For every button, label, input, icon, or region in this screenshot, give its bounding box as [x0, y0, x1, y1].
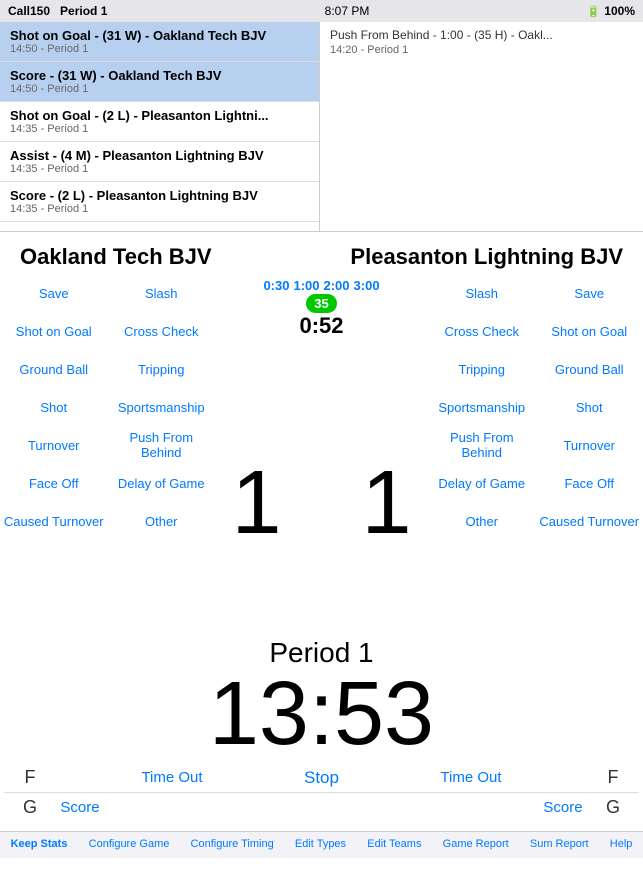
stop-btn[interactable]: Stop [304, 768, 339, 788]
bottom-row-1: F Time Out Stop Time Out F [0, 763, 643, 792]
actions-section: Save Slash Shot on Goal Cross Check Grou… [0, 274, 643, 629]
home-action-btn[interactable]: Save [0, 274, 108, 312]
home-action-row: Turnover Push From Behind [0, 426, 215, 464]
home-action-btn[interactable]: Caused Turnover [0, 502, 108, 540]
away-action-btn[interactable]: Caused Turnover [536, 502, 643, 540]
away-action-row: Tripping Ground Ball [428, 350, 643, 388]
tab-bar: Keep Stats Configure Game Configure Timing… [0, 831, 643, 858]
away-action-row: Delay of Game Face Off [428, 464, 643, 502]
tab-item[interactable]: Configure Timing [191, 838, 274, 850]
home-action-btn[interactable]: Shot [0, 388, 108, 426]
home-action-row: Caused Turnover Other [0, 502, 215, 540]
home-action-btn[interactable]: Ground Ball [0, 350, 108, 388]
away-action-row: Sportsmanship Shot [428, 388, 643, 426]
home-action-row: Save Slash [0, 274, 215, 312]
home-action-btn[interactable]: Turnover [0, 426, 108, 464]
away-f-label: F [603, 767, 623, 788]
tab-item[interactable]: Help [610, 838, 633, 850]
center-col: 0:30 1:00 2:00 3:00 35 0:52 1 1 [215, 274, 428, 629]
feed-item[interactable]: Score - (2 L) - Pleasanton Lightning BJV… [0, 182, 319, 222]
home-score-btn[interactable]: Score [40, 799, 120, 816]
tab-item[interactable]: Game Report [443, 838, 509, 850]
away-action-btn[interactable]: Ground Ball [536, 350, 643, 388]
feed-item[interactable]: Score - (31 W) - Oakland Tech BJV14:50 -… [0, 62, 319, 102]
score-row: 1 1 [215, 453, 428, 553]
home-score: 1 [231, 458, 281, 548]
away-action-btn[interactable]: Shot [536, 388, 643, 426]
penalty-clock: 0:52 [299, 313, 343, 339]
home-action-row: Shot on Goal Cross Check [0, 312, 215, 350]
away-action-btn[interactable]: Delay of Game [428, 464, 536, 502]
home-action-btn[interactable]: Tripping [108, 350, 216, 388]
home-f-label: F [20, 767, 40, 788]
notification-text: Push From Behind - 1:00 - (35 H) - Oakl.… [330, 28, 633, 56]
feed-scroll[interactable]: Shot on Goal - (31 W) - Oakland Tech BJV… [0, 22, 319, 231]
carrier-label: Call150 [8, 4, 50, 18]
period-030-btn[interactable]: 0:30 [263, 278, 289, 293]
tab-item[interactable]: Edit Types [295, 838, 346, 850]
home-action-btn[interactable]: Delay of Game [108, 464, 216, 502]
away-action-row: Slash Save [428, 274, 643, 312]
tab-item[interactable]: Configure Game [89, 838, 170, 850]
battery-label: 100% [604, 4, 635, 18]
away-action-btn[interactable]: Sportsmanship [428, 388, 536, 426]
away-action-btn[interactable]: Other [428, 502, 536, 540]
home-g-label: G [20, 797, 40, 818]
home-action-row: Shot Sportsmanship [0, 388, 215, 426]
feed-item[interactable]: Shot on Goal - (31 W) - Oakland Tech BJV… [0, 22, 319, 62]
home-team-name: Oakland Tech BJV [20, 244, 212, 270]
status-left: Call150 Period 1 [8, 4, 107, 18]
period-300-btn[interactable]: 3:00 [354, 278, 380, 293]
home-action-row: Face Off Delay of Game [0, 464, 215, 502]
home-action-btn[interactable]: Push From Behind [108, 426, 216, 464]
status-right: 🔋 100% [587, 4, 635, 18]
status-bar: Call150 Period 1 8:07 PM 🔋 100% [0, 0, 643, 22]
away-action-btn[interactable]: Face Off [536, 464, 643, 502]
home-action-btn[interactable]: Other [108, 502, 216, 540]
home-action-btn[interactable]: Face Off [0, 464, 108, 502]
away-action-btn[interactable]: Cross Check [428, 312, 536, 350]
feed-item[interactable]: Assist - (4 M) - Pleasanton Lightning BJ… [0, 142, 319, 182]
home-action-btn[interactable]: Sportsmanship [108, 388, 216, 426]
away-action-row: Push From Behind Turnover [428, 426, 643, 464]
tab-item[interactable]: Keep Stats [11, 838, 68, 850]
away-action-btn[interactable]: Tripping [428, 350, 536, 388]
battery-icon: 🔋 [587, 5, 601, 18]
home-action-btn[interactable]: Shot on Goal [0, 312, 108, 350]
away-action-btn[interactable]: Turnover [536, 426, 643, 464]
home-action-btn[interactable]: Slash [108, 274, 216, 312]
away-score-btn[interactable]: Score [523, 799, 603, 816]
left-feed: Shot on Goal - (31 W) - Oakland Tech BJV… [0, 22, 320, 231]
period-display: Period 1 [0, 629, 643, 669]
feed-item[interactable]: Shot on Goal - (2 L) - Pleasanton Lightn… [0, 102, 319, 142]
away-team-name: Pleasanton Lightning BJV [350, 244, 623, 270]
bottom-row-2: G Score Score G [0, 793, 643, 826]
away-action-row: Other Caused Turnover [428, 502, 643, 540]
main-clock: 13:53 [0, 669, 643, 763]
away-timeout-btn[interactable]: Time Out [431, 769, 511, 786]
away-actions-col: Slash Save Cross Check Shot on Goal Trip… [428, 274, 643, 629]
home-action-btn[interactable]: Cross Check [108, 312, 216, 350]
away-action-row: Cross Check Shot on Goal [428, 312, 643, 350]
period-200-btn[interactable]: 2:00 [324, 278, 350, 293]
period-100-btn[interactable]: 1:00 [293, 278, 319, 293]
away-g-label: G [603, 797, 623, 818]
away-action-btn[interactable]: Slash [428, 274, 536, 312]
away-action-btn[interactable]: Save [536, 274, 643, 312]
away-action-btn[interactable]: Shot on Goal [536, 312, 643, 350]
team-names: Oakland Tech BJV Pleasanton Lightning BJ… [0, 232, 643, 274]
penalty-count: 35 [306, 294, 336, 313]
away-score: 1 [362, 458, 412, 548]
away-action-btn[interactable]: Push From Behind [428, 426, 536, 464]
tab-item[interactable]: Sum Report [530, 838, 589, 850]
top-pane: Shot on Goal - (31 W) - Oakland Tech BJV… [0, 22, 643, 232]
right-feed: Push From Behind - 1:00 - (35 H) - Oakl.… [320, 22, 643, 231]
period-label: Period 1 [60, 4, 107, 18]
home-timeout-btn[interactable]: Time Out [132, 769, 212, 786]
home-actions-col: Save Slash Shot on Goal Cross Check Grou… [0, 274, 215, 629]
tab-item[interactable]: Edit Teams [367, 838, 421, 850]
status-time: 8:07 PM [325, 4, 370, 18]
home-action-row: Ground Ball Tripping [0, 350, 215, 388]
